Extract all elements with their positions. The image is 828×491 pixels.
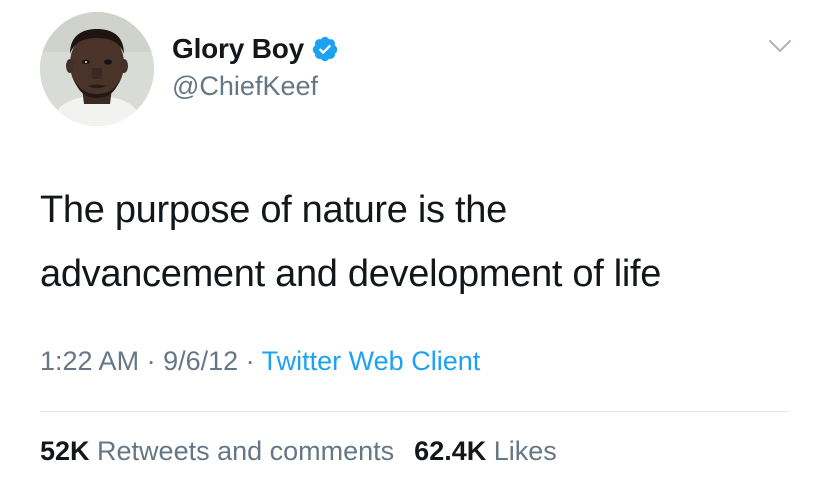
tweet-meta: 1:22 AM · 9/6/12 · Twitter Web Client bbox=[40, 346, 480, 377]
tweet-date[interactable]: 9/6/12 bbox=[163, 346, 238, 376]
divider bbox=[40, 411, 788, 412]
tweet-card: Glory Boy @ChiefKeef The purpose of natu… bbox=[0, 0, 828, 491]
likes-stat[interactable]: 62.4K Likes bbox=[414, 436, 557, 466]
author-name-row: Glory Boy bbox=[172, 32, 339, 66]
retweets-count: 52K bbox=[40, 436, 90, 466]
verified-badge-icon bbox=[311, 35, 339, 63]
chevron-down-icon[interactable] bbox=[766, 36, 794, 56]
tweet-text: The purpose of nature is the advancement… bbox=[40, 178, 800, 306]
tweet-stats: 52K Retweets and comments 62.4K Likes bbox=[40, 436, 557, 467]
likes-label: Likes bbox=[486, 436, 557, 466]
tweet-source-link[interactable]: Twitter Web Client bbox=[262, 346, 481, 376]
tweet-time[interactable]: 1:22 AM bbox=[40, 346, 139, 376]
avatar[interactable] bbox=[40, 12, 154, 126]
tweet-text-line: advancement and development of life bbox=[40, 253, 662, 295]
meta-separator: · bbox=[139, 346, 164, 376]
meta-separator: · bbox=[238, 346, 262, 376]
retweets-stat[interactable]: 52K Retweets and comments bbox=[40, 436, 394, 466]
avatar-image bbox=[40, 12, 154, 126]
author-display-name[interactable]: Glory Boy bbox=[172, 33, 304, 65]
author-handle[interactable]: @ChiefKeef bbox=[172, 71, 318, 102]
tweet-text-line: The purpose of nature is the bbox=[40, 189, 507, 231]
likes-count: 62.4K bbox=[414, 436, 487, 466]
retweets-label: Retweets and comments bbox=[89, 436, 395, 466]
